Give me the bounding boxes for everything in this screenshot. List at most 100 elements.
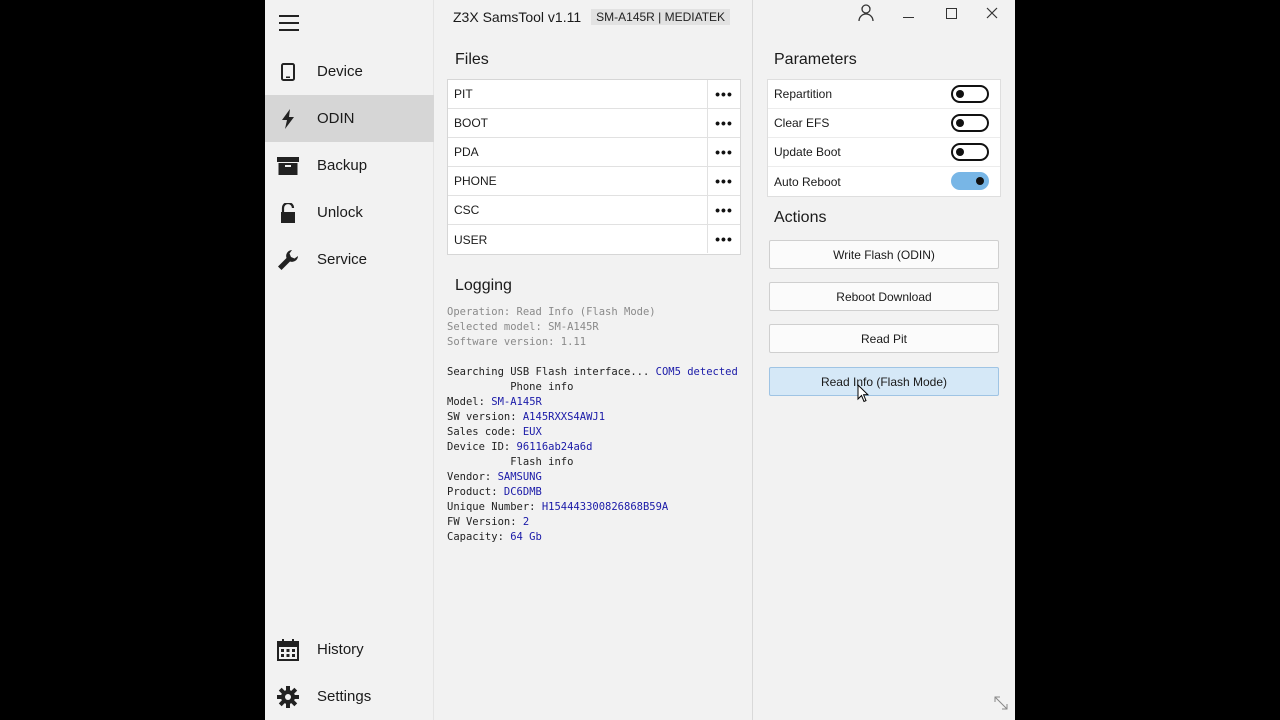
browse-button[interactable]: •••: [707, 167, 740, 195]
title-bar: Z3X SamsTool v1.11 SM-A145R | MEDIATEK: [453, 9, 731, 25]
log-text: Capacity:: [447, 531, 511, 543]
param-label: Clear EFS: [774, 116, 830, 130]
browse-button[interactable]: •••: [707, 196, 740, 224]
wrench-icon: [277, 249, 299, 271]
parameters-heading: Parameters: [774, 51, 857, 68]
tablet-icon: [277, 61, 299, 83]
log-text: Selected model: SM-A145R: [447, 321, 599, 333]
log-value: COM5 detected: [655, 366, 738, 378]
sidebar-item-label: Settings: [317, 688, 372, 705]
toggle-knob: [956, 90, 964, 98]
param-clear-efs: Clear EFS: [768, 109, 1000, 138]
browse-button[interactable]: •••: [707, 80, 740, 108]
log-text: Phone info: [447, 381, 574, 393]
right-panel: Parameters Repartition Clear EFS Update …: [754, 0, 1015, 720]
log-text: Product:: [447, 486, 504, 498]
toggle-knob: [956, 148, 964, 156]
sidebar-item-label: Device: [317, 63, 363, 80]
log-text: Software version: 1.11: [447, 336, 587, 348]
log-value: A145RXXS4AWJ1: [522, 411, 606, 423]
log-line: SW version: A145RXXS4AWJ1: [447, 410, 742, 425]
log-line: Software version: 1.11: [447, 335, 742, 350]
write-flash-button[interactable]: Write Flash (ODIN): [769, 240, 999, 269]
log-line: Searching USB Flash interface... COM5 de…: [447, 365, 742, 380]
file-row-pda[interactable]: PDA •••: [448, 138, 740, 167]
log-value: SAMSUNG: [497, 471, 542, 483]
close-button[interactable]: [980, 5, 1004, 25]
file-label: PIT: [454, 87, 473, 101]
user-icon: [858, 4, 874, 26]
model-badge: SM-A145R | MEDIATEK: [591, 9, 731, 25]
maximize-icon: [945, 6, 957, 24]
sidebar-item-settings[interactable]: Settings: [265, 673, 434, 720]
lightning-icon: [277, 108, 299, 130]
file-label: PHONE: [454, 174, 497, 188]
log-line: Unique Number: H154443300826868B59A: [447, 500, 742, 515]
clear-efs-toggle[interactable]: [951, 114, 989, 132]
param-label: Update Boot: [774, 145, 841, 159]
log-line: Selected model: SM-A145R: [447, 320, 742, 335]
log-line: FW Version: 2: [447, 515, 742, 530]
file-row-phone[interactable]: PHONE •••: [448, 167, 740, 196]
file-label: USER: [454, 232, 488, 247]
log-line: Vendor: SAMSUNG: [447, 470, 742, 485]
log-value: 2: [522, 516, 530, 528]
sidebar-item-unlock[interactable]: Unlock: [265, 189, 434, 236]
log-value: 64 Gb: [510, 531, 542, 543]
minimize-icon: [902, 6, 914, 24]
toggle-knob: [976, 177, 984, 185]
reboot-download-button[interactable]: Reboot Download: [769, 282, 999, 311]
file-label: CSC: [454, 203, 480, 217]
log-text: Vendor:: [447, 471, 498, 483]
log-line: Model: SM-A145R: [447, 395, 742, 410]
hamburger-menu-icon[interactable]: [279, 15, 299, 33]
account-button[interactable]: [854, 4, 878, 26]
sidebar-item-history[interactable]: History: [265, 626, 434, 673]
auto-reboot-toggle[interactable]: [951, 172, 989, 190]
param-update-boot: Update Boot: [768, 138, 1000, 167]
files-list: PIT ••• BOOT ••• PDA ••• PHONE ••• CSC •…: [447, 79, 741, 255]
log-line: Operation: Read Info (Flash Mode): [447, 305, 742, 320]
log-text: SW version:: [447, 411, 523, 423]
main-panel: Z3X SamsTool v1.11 SM-A145R | MEDIATEK F…: [434, 0, 753, 720]
minimize-button[interactable]: [896, 5, 920, 25]
file-row-boot[interactable]: BOOT •••: [448, 109, 740, 138]
gear-icon: [277, 685, 299, 708]
log-line: Sales code: EUX: [447, 425, 742, 440]
app-window: Device ODIN Backup Unlock Service Histor…: [265, 0, 1015, 720]
sidebar-item-device[interactable]: Device: [265, 48, 434, 95]
sidebar-item-label: Service: [317, 251, 368, 268]
log-value: SM-A145R: [491, 396, 542, 408]
log-line: Product: DC6DMB: [447, 485, 742, 500]
file-row-pit[interactable]: PIT •••: [448, 80, 740, 109]
log-text: Flash info: [447, 456, 574, 468]
sidebar-item-backup[interactable]: Backup: [265, 142, 434, 189]
log-text: Device ID:: [447, 441, 517, 453]
read-info-button[interactable]: Read Info (Flash Mode): [769, 367, 999, 396]
log-line: Capacity: 64 Gb: [447, 530, 742, 545]
sidebar-item-odin[interactable]: ODIN: [265, 95, 434, 142]
logging-heading: Logging: [455, 277, 512, 294]
file-label: PDA: [454, 145, 479, 159]
file-row-csc[interactable]: CSC •••: [448, 196, 740, 225]
resize-grip-icon[interactable]: [993, 695, 1009, 716]
log-text: FW Version:: [447, 516, 523, 528]
sidebar-item-service[interactable]: Service: [265, 236, 434, 283]
param-label: Auto Reboot: [774, 174, 841, 189]
app-title: Z3X SamsTool v1.11: [453, 9, 582, 25]
log-text: Model:: [447, 396, 492, 408]
archive-box-icon: [277, 155, 299, 177]
param-repartition: Repartition: [768, 80, 1000, 109]
file-row-user[interactable]: USER •••: [448, 225, 740, 254]
maximize-button[interactable]: [939, 5, 963, 25]
update-boot-toggle[interactable]: [951, 143, 989, 161]
browse-button[interactable]: •••: [707, 138, 740, 166]
log-line: Phone info: [447, 380, 742, 395]
log-text: Unique Number:: [447, 501, 542, 513]
repartition-toggle[interactable]: [951, 85, 989, 103]
browse-button[interactable]: •••: [707, 225, 740, 253]
sidebar: Device ODIN Backup Unlock Service Histor…: [265, 0, 434, 720]
browse-button[interactable]: •••: [707, 109, 740, 137]
read-pit-button[interactable]: Read Pit: [769, 324, 999, 353]
